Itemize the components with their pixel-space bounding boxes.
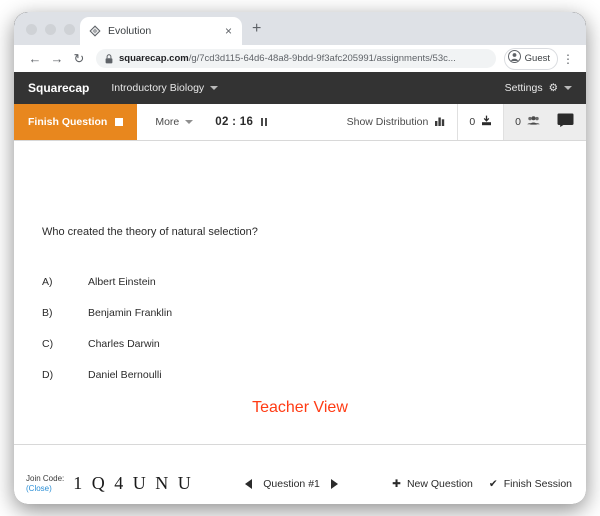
- maximize-window-button[interactable]: [64, 24, 75, 35]
- participants-count: 0: [515, 116, 521, 128]
- choice-text: Daniel Bernoulli: [88, 369, 162, 381]
- session-actions: ✚ New Question ✔ Finish Session: [392, 478, 572, 490]
- finish-session-button[interactable]: ✔ Finish Session: [489, 478, 572, 490]
- address-bar-path: /g/7cd3d115-64d6-48a8-9bdd-9f3afc205991/…: [188, 53, 456, 64]
- next-question-icon[interactable]: [330, 478, 338, 489]
- finish-session-label: Finish Session: [503, 477, 572, 490]
- person-icon: [507, 49, 521, 68]
- check-icon: ✔: [488, 477, 498, 490]
- address-bar[interactable]: squarecap.com/g/7cd3d115-64d6-48a8-9bdd-…: [96, 49, 496, 68]
- choice-letter: D): [42, 369, 54, 381]
- submission-inbox-icon: [481, 115, 492, 129]
- browser-toolbar: ← → ↻ squarecap.com/g/7cd3d115-64d6-48a8…: [14, 45, 586, 72]
- answer-choice-list: A) Albert Einstein B) Benjamin Franklin …: [42, 276, 558, 400]
- forward-button[interactable]: →: [46, 51, 68, 66]
- people-icon: [527, 116, 540, 128]
- join-code-labels: Join Code: (Close): [26, 474, 64, 494]
- tab-strip: Evolution × +: [14, 12, 586, 45]
- submissions-count-cell[interactable]: 0: [458, 104, 503, 140]
- settings-label: Settings: [504, 82, 543, 94]
- choice-letter: B): [42, 307, 53, 319]
- lock-icon: [105, 53, 113, 64]
- more-label: More: [155, 116, 180, 128]
- brand-logo[interactable]: Squarecap: [28, 81, 89, 95]
- answer-choice[interactable]: A) Albert Einstein: [42, 276, 558, 307]
- close-window-button[interactable]: [26, 24, 37, 35]
- session-bottom-bar: Join Code: (Close) 1 Q 4 U N U Question …: [14, 463, 586, 504]
- new-tab-button[interactable]: +: [252, 21, 261, 37]
- answer-choice[interactable]: C) Charles Darwin: [42, 338, 558, 369]
- teacher-view-watermark: Teacher View: [252, 399, 348, 416]
- plus-icon: ✚: [392, 477, 401, 490]
- choice-text: Albert Einstein: [88, 276, 156, 288]
- course-selector[interactable]: Introductory Biology: [111, 82, 219, 94]
- diamond-icon: [88, 25, 101, 38]
- reload-button[interactable]: ↻: [68, 51, 90, 67]
- address-bar-url: squarecap.com/g/7cd3d115-64d6-48a8-9bdd-…: [119, 53, 456, 64]
- profile-chip-guest[interactable]: Guest: [503, 47, 558, 70]
- current-question-label: Question #1: [263, 477, 320, 490]
- question-navigation: Question #1: [245, 478, 338, 490]
- chat-icon: [557, 113, 574, 132]
- show-distribution-label: Show Distribution: [346, 116, 429, 128]
- finish-question-label: Finish Question: [28, 116, 108, 128]
- chevron-down-icon: [210, 86, 219, 90]
- pause-icon[interactable]: [261, 118, 268, 126]
- finish-question-button[interactable]: Finish Question: [14, 104, 138, 140]
- settings-menu[interactable]: Settings ⚙: [505, 82, 572, 94]
- choice-text: Benjamin Franklin: [88, 307, 173, 319]
- choice-letter: C): [42, 338, 54, 350]
- browser-window: Evolution × + ← → ↻ squarecap.com/g/7cd3…: [14, 12, 586, 504]
- address-bar-host: squarecap.com: [119, 53, 189, 64]
- gear-icon: ⚙: [548, 82, 558, 94]
- chevron-down-icon: [185, 120, 194, 124]
- course-name: Introductory Biology: [111, 82, 205, 94]
- chevron-down-icon: [564, 86, 572, 90]
- bar-chart-icon: [435, 116, 446, 129]
- squarecap-app: Squarecap Introductory Biology Settings …: [14, 72, 586, 504]
- join-code-close-link[interactable]: (Close): [26, 484, 64, 494]
- app-navbar: Squarecap Introductory Biology Settings …: [14, 72, 586, 104]
- new-question-button[interactable]: ✚ New Question: [392, 478, 473, 490]
- action-bar-spacer: [277, 104, 335, 140]
- question-timer: 02 : 16: [205, 104, 277, 140]
- question-panel: Who created the theory of natural select…: [14, 141, 586, 445]
- timer-value: 02 : 16: [215, 116, 254, 128]
- choice-letter: A): [42, 276, 53, 288]
- back-button[interactable]: ←: [24, 51, 46, 66]
- more-menu-button[interactable]: More: [137, 104, 205, 140]
- minimize-window-button[interactable]: [45, 24, 56, 35]
- new-question-label: New Question: [406, 477, 473, 490]
- close-tab-icon[interactable]: ×: [223, 25, 234, 37]
- answer-choice[interactable]: B) Benjamin Franklin: [42, 307, 558, 338]
- show-distribution-button[interactable]: Show Distribution: [336, 104, 459, 140]
- profile-name: Guest: [524, 53, 550, 64]
- join-code-block: Join Code: (Close) 1 Q 4 U N U: [26, 473, 193, 494]
- browser-chrome: Evolution × + ← → ↻ squarecap.com/g/7cd3…: [14, 12, 586, 72]
- answer-choice[interactable]: D) Daniel Bernoulli: [42, 369, 558, 400]
- previous-question-icon[interactable]: [245, 478, 253, 489]
- stop-icon: [115, 118, 124, 126]
- browser-menu-icon[interactable]: ⋮: [560, 53, 576, 65]
- browser-tab-evolution[interactable]: Evolution ×: [80, 17, 242, 45]
- question-action-bar: Finish Question More 02 : 16 Show Distri…: [14, 104, 586, 141]
- tab-title: Evolution: [108, 25, 152, 37]
- participants-count-cell[interactable]: 0: [503, 104, 551, 140]
- choice-text: Charles Darwin: [88, 338, 160, 350]
- chat-button[interactable]: [551, 104, 586, 140]
- question-text: Who created the theory of natural select…: [42, 226, 258, 238]
- join-code-label: Join Code:: [26, 473, 65, 483]
- join-code-value: 1 Q 4 U N U: [73, 473, 194, 493]
- window-traffic-lights: [26, 24, 75, 35]
- submissions-count: 0: [469, 116, 476, 128]
